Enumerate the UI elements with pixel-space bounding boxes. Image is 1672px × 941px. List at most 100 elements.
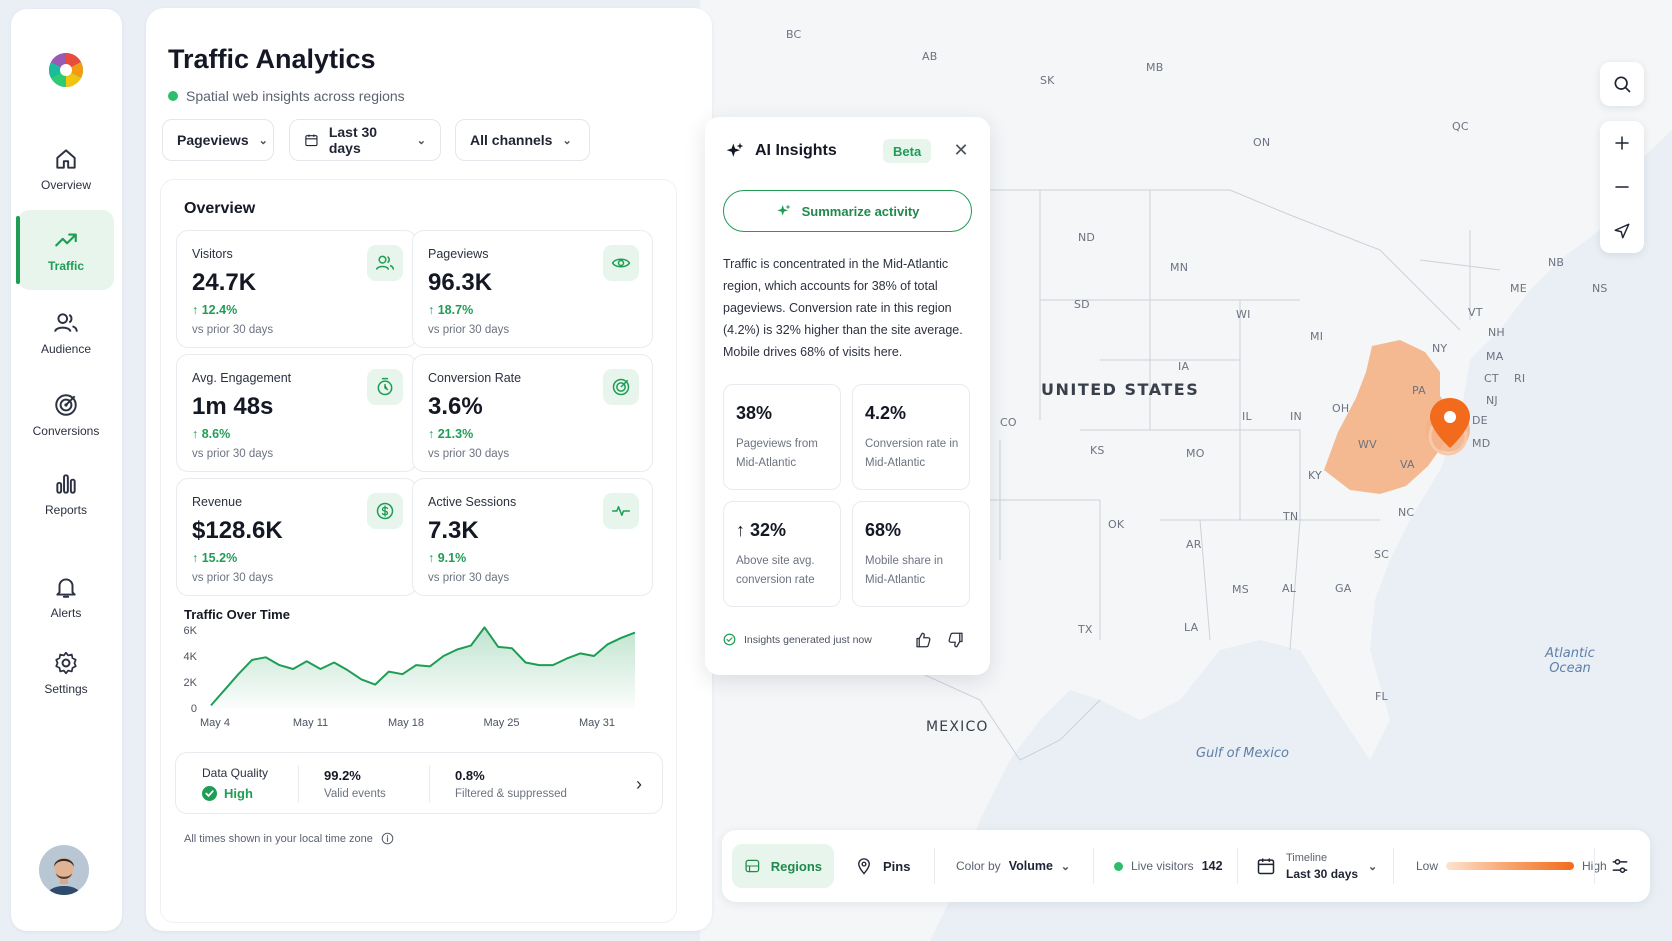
avatar[interactable] [39,845,89,895]
sparkle-icon [726,142,744,157]
kpi-comparison: vs prior 30 days [428,448,510,460]
target-icon [603,369,639,405]
metric-select[interactable]: Pageviews ⌄ [162,119,274,161]
sidebar-item-conversions[interactable]: Conversions [18,375,114,455]
timeline-label: Timeline [1286,851,1328,864]
kpi-name: Avg. Engagement [192,371,292,385]
map-label: PA [1412,384,1426,397]
map-label: MS [1232,583,1249,596]
divider [298,765,299,803]
sidebar-item-settings[interactable]: Settings [18,633,114,713]
kpi-value: 24.7K [192,269,257,296]
user-avatar-image [39,845,89,895]
zoom-out-button[interactable] [1600,165,1644,209]
sidebar-item-reports[interactable]: Reports [18,454,114,534]
divider [1093,848,1094,884]
map-label: WI [1236,308,1251,321]
sidebar-item-audience[interactable]: Audience [18,293,114,373]
map-label: NB [1548,256,1565,269]
stat-label: Mobile share in Mid-Atlantic [865,555,943,586]
map-label: SD [1074,298,1090,311]
insight-stat-card: 4.2% Conversion rate in Mid-Atlantic [852,384,970,490]
map-label: KY [1308,469,1322,482]
color-by-select[interactable]: Color by Volume ⌄ [944,844,1082,888]
close-button[interactable]: ✕ [949,138,973,162]
kpi-card-revenue[interactable]: Revenue $128.6K ↑ 15.2% vs prior 30 days [176,478,417,596]
page-subtitle: Spatial web insights across regions [168,88,405,104]
series-area [211,627,635,708]
map-search-button[interactable] [1600,62,1644,106]
stat-value: 4.2% [865,403,907,423]
subtitle-text: Spatial web insights across regions [186,88,405,104]
divider [1594,848,1595,884]
plus-icon [1615,136,1629,150]
kpi-card-visitors[interactable]: Visitors 24.7K ↑ 12.4% vs prior 30 days [176,230,417,348]
thumbs-down-button[interactable] [945,629,967,651]
map-label: RI [1514,372,1526,385]
chevron-right-icon[interactable]: › [636,774,642,795]
locate-button[interactable] [1600,209,1644,253]
kpi-card-pageviews[interactable]: Pageviews 96.3K ↑ 18.7% vs prior 30 days [412,230,653,348]
summarize-activity-button[interactable]: Summarize activity [723,190,972,232]
insight-stat-card: 68% Mobile share in Mid-Atlantic [852,501,970,607]
kpi-value: 3.6% [428,393,483,420]
live-visitors: Live visitors 142 [1102,844,1235,888]
pulse-icon [603,493,639,529]
timeline-select[interactable]: Timeline Last 30 days ⌄ [1244,844,1389,888]
kpi-value: 7.3K [428,517,479,544]
map-label: CO [1000,416,1017,429]
map-label: DE [1472,414,1488,427]
map-label: AL [1282,582,1297,595]
color-by-label: Color by [956,859,1001,873]
map-label: MI [1310,330,1324,343]
pins-toggle[interactable]: Pins [843,844,925,888]
status-dot [168,91,178,101]
kpi-card-active-sessions[interactable]: Active Sessions 7.3K ↑ 9.1% vs prior 30 … [412,478,653,596]
kpi-delta: ↑ 9.1% [428,551,467,565]
country-label: UNITED STATES [1041,380,1200,399]
stat-value: 38% [736,403,773,423]
app-logo[interactable] [48,52,84,88]
users-icon [367,245,403,281]
map-label: TN [1283,510,1299,523]
kpi-card-engagement[interactable]: Avg. Engagement 1m 48s ↑ 8.6% vs prior 3… [176,354,417,472]
overview-title: Overview [184,200,256,217]
map-zoom-controls [1600,121,1644,253]
kpi-card-conversion-rate[interactable]: Conversion Rate 3.6% ↑ 21.3% vs prior 30… [412,354,653,472]
sidebar-item-traffic[interactable]: Traffic [16,210,114,290]
map-settings-button[interactable] [1598,844,1642,888]
map-label: ME [1510,282,1527,295]
sidebar-item-alerts[interactable]: Alerts [18,557,114,637]
info-icon[interactable] [381,832,394,845]
stat-label: Above site avg. conversion rate [736,555,815,586]
kpi-delta: ↑ 12.4% [192,303,238,317]
sidebar-item-label: Audience [40,342,92,356]
stat-value: ↑ 32% [736,520,787,540]
bell-icon [56,578,76,598]
zoom-in-button[interactable] [1600,121,1644,165]
thumbs-up-button[interactable] [912,629,934,651]
map-label: KS [1090,444,1105,457]
gear-icon [55,651,77,675]
map-label: WV [1358,438,1377,451]
map-label: VA [1400,458,1415,471]
data-quality-strip[interactable]: Data Quality High 99.2% Valid events 0.8… [175,752,663,814]
stat-label: Pageviews from Mid-Atlantic [736,438,818,469]
navigation-arrow-icon [1614,223,1630,239]
filtered-label: Filtered & suppressed [455,788,567,800]
kpi-comparison: vs prior 30 days [428,572,510,584]
sidebar-item-overview[interactable]: Overview [18,129,114,209]
channel-select-value: All channels [470,132,553,148]
map-label: MB [1146,61,1164,74]
live-visitors-value: 142 [1201,859,1223,873]
kpi-value: $128.6K [192,517,283,544]
regions-toggle[interactable]: Regions [732,844,834,888]
arrow-up-icon: ↑ [428,551,438,565]
stat-label: Conversion rate in Mid-Atlantic [865,438,959,469]
date-range-select[interactable]: Last 30 days ⌄ [289,119,441,161]
channel-select[interactable]: All channels ⌄ [455,119,590,161]
traffic-chart[interactable]: 0 2K 4K 6K May 4 May 11 May 18 May 25 May 31 [175,620,645,744]
kpi-value: 1m 48s [192,393,274,420]
arrow-up-icon: ↑ [192,551,202,565]
x-tick-label: May 25 [483,717,519,729]
